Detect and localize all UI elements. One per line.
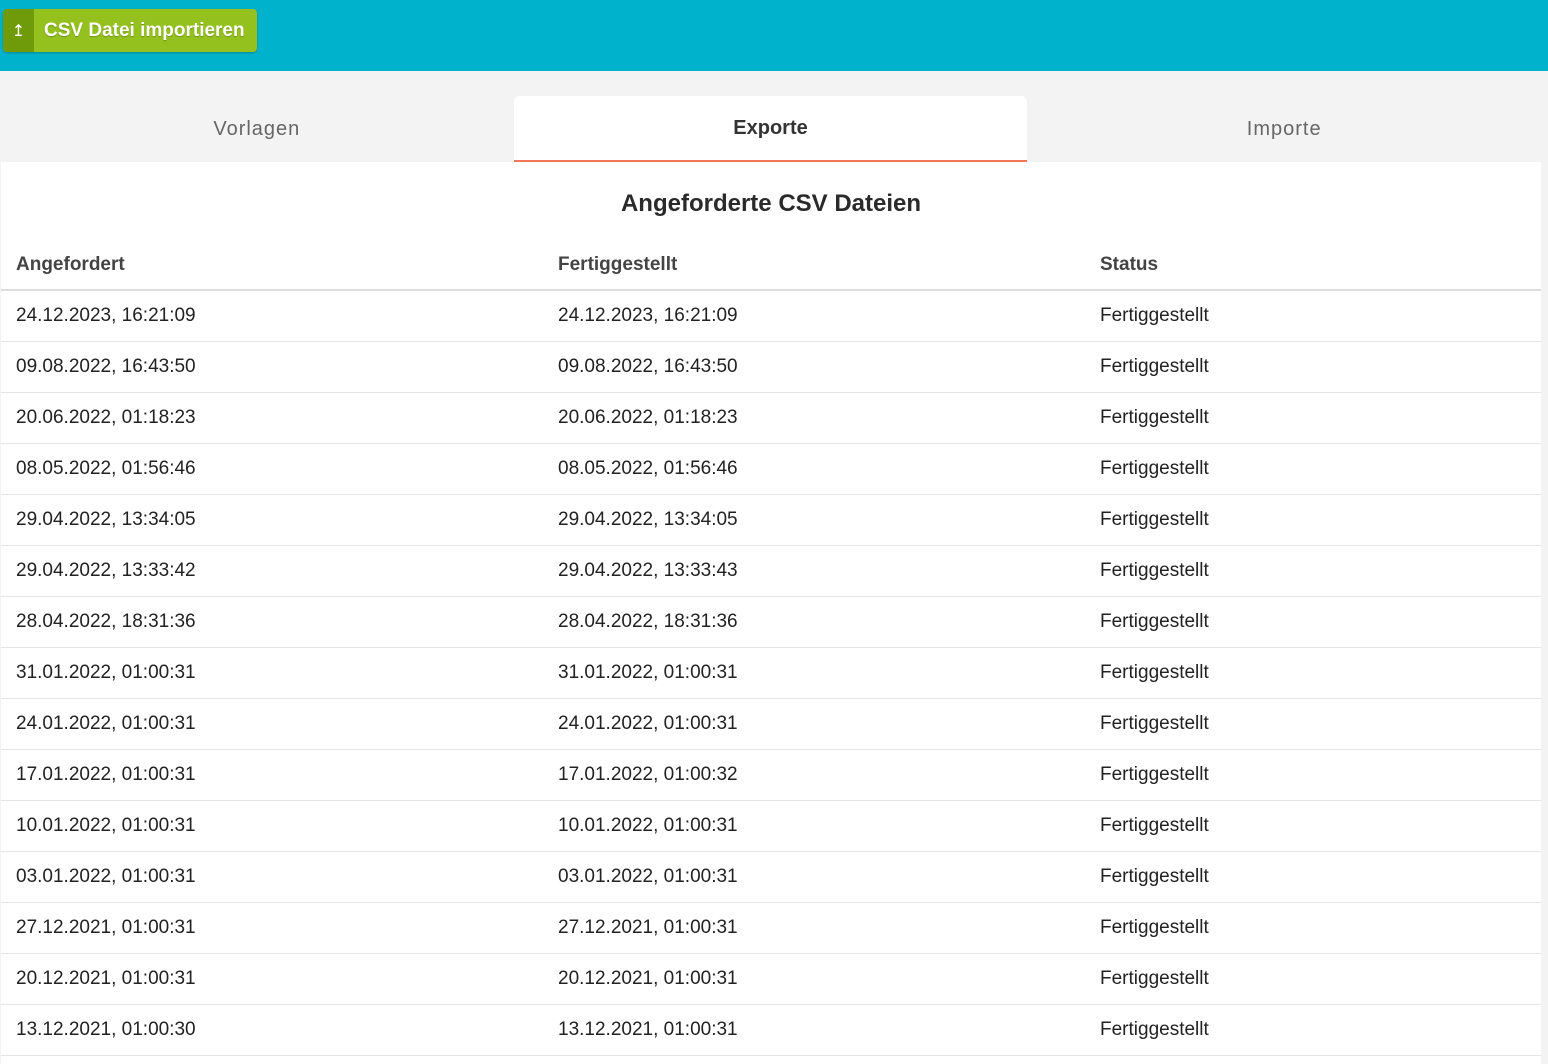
requested-cell: 24.01.2022, 01:00:31	[1, 698, 543, 750]
requested-cell: 27.12.2021, 01:00:31	[1, 902, 543, 954]
status-cell: Fertiggestellt	[1085, 749, 1541, 801]
panel-title: Angeforderte CSV Dateien	[620, 190, 922, 217]
table-row: 20.12.2021, 01:00:31 20.12.2021, 01:00:31…	[1, 953, 1541, 1005]
completed-cell: 20.12.2021, 01:00:31	[543, 953, 1085, 1005]
status-cell: Fertiggestellt	[1085, 1004, 1541, 1056]
tab-vorlagen[interactable]: Vorlagen	[0, 96, 514, 162]
table-row: 29.04.2022, 13:34:05 29.04.2022, 13:34:05…	[1, 494, 1541, 546]
completed-cell: 29.04.2022, 13:33:43	[543, 545, 1085, 597]
table-row: 29.04.2022, 13:33:42 29.04.2022, 13:33:43…	[1, 545, 1541, 597]
table-row: 13.12.2021, 01:00:30 13.12.2021, 01:00:31…	[1, 1004, 1541, 1056]
requested-cell: 20.06.2022, 01:18:23	[1, 392, 543, 444]
requested-cell: 08.05.2022, 01:56:46	[1, 443, 543, 495]
status-cell: Fertiggestellt	[1085, 596, 1541, 648]
import-csv-button-label: CSV Datei importieren	[44, 19, 245, 41]
table-row: 24.01.2022, 01:00:31 24.01.2022, 01:00:31…	[1, 698, 1541, 750]
tab-importe[interactable]: Importe	[1027, 96, 1541, 162]
table-row: 08.05.2022, 01:56:46 08.05.2022, 01:56:46…	[1, 443, 1541, 495]
completed-cell: 17.01.2022, 01:00:32	[543, 749, 1085, 801]
requested-cell: 31.01.2022, 01:00:31	[1, 647, 543, 699]
table-row: 28.04.2022, 18:31:36 28.04.2022, 18:31:36…	[1, 596, 1541, 648]
requested-cell: 03.01.2022, 01:00:31	[1, 851, 543, 903]
status-cell: Fertiggestellt	[1085, 341, 1541, 393]
status-cell: Fertiggestellt	[1085, 647, 1541, 699]
top-bar: ↥ CSV Datei importieren	[0, 0, 1548, 71]
requested-cell: 29.04.2022, 13:33:42	[1, 545, 543, 597]
tab-exporte[interactable]: Exporte	[513, 96, 1028, 178]
completed-cell: 27.12.2021, 01:00:31	[543, 902, 1085, 954]
completed-cell: 10.01.2022, 01:00:31	[543, 800, 1085, 852]
status-cell: Fertiggestellt	[1085, 392, 1541, 444]
table-row: 10.01.2022, 01:00:31 10.01.2022, 01:00:31…	[1, 800, 1541, 852]
table-row: 27.12.2021, 01:00:31 27.12.2021, 01:00:31…	[1, 902, 1541, 954]
upload-icon: ↥	[3, 9, 34, 52]
table-body: 24.12.2023, 16:21:09 24.12.2023, 16:21:09…	[1, 290, 1541, 1056]
column-header-status: Status	[1085, 240, 1541, 291]
table-header-row: Angefordert Fertiggestellt Status	[1, 240, 1541, 291]
requested-cell: 29.04.2022, 13:34:05	[1, 494, 543, 546]
status-cell: Fertiggestellt	[1085, 851, 1541, 903]
column-header-fertiggestellt: Fertiggestellt	[543, 240, 1085, 291]
status-cell: Fertiggestellt	[1085, 953, 1541, 1005]
status-cell: Fertiggestellt	[1085, 443, 1541, 495]
table-row: 09.08.2022, 16:43:50 09.08.2022, 16:43:50…	[1, 341, 1541, 393]
import-csv-button[interactable]: ↥ CSV Datei importieren	[3, 9, 257, 52]
status-cell: Fertiggestellt	[1085, 494, 1541, 546]
requested-cell: 13.12.2021, 01:00:30	[1, 1004, 543, 1056]
completed-cell: 20.06.2022, 01:18:23	[543, 392, 1085, 444]
completed-cell: 08.05.2022, 01:56:46	[543, 443, 1085, 495]
status-cell: Fertiggestellt	[1085, 800, 1541, 852]
table-row: 24.12.2023, 16:21:09 24.12.2023, 16:21:09…	[1, 290, 1541, 342]
table-row: 20.06.2022, 01:18:23 20.06.2022, 01:18:23…	[1, 392, 1541, 444]
completed-cell: 24.12.2023, 16:21:09	[543, 290, 1085, 342]
status-cell: Fertiggestellt	[1085, 290, 1541, 342]
requested-cell: 17.01.2022, 01:00:31	[1, 749, 543, 801]
table-row: 03.01.2022, 01:00:31 03.01.2022, 01:00:31…	[1, 851, 1541, 903]
status-cell: Fertiggestellt	[1085, 545, 1541, 597]
completed-cell: 29.04.2022, 13:34:05	[543, 494, 1085, 546]
completed-cell: 03.01.2022, 01:00:31	[543, 851, 1085, 903]
column-header-angefordert: Angefordert	[1, 240, 543, 291]
tab-exporte-label: Exporte	[733, 116, 808, 139]
requested-cell: 28.04.2022, 18:31:36	[1, 596, 543, 648]
completed-cell: 24.01.2022, 01:00:31	[543, 698, 1085, 750]
completed-cell: 28.04.2022, 18:31:36	[543, 596, 1085, 648]
requested-cell: 24.12.2023, 16:21:09	[1, 290, 543, 342]
exports-table: Angefordert Fertiggestellt Status 24.12.…	[1, 240, 1541, 1056]
table-row: 17.01.2022, 01:00:31 17.01.2022, 01:00:32…	[1, 749, 1541, 801]
completed-cell: 31.01.2022, 01:00:31	[543, 647, 1085, 699]
status-cell: Fertiggestellt	[1085, 698, 1541, 750]
requested-cell: 10.01.2022, 01:00:31	[1, 800, 543, 852]
tab-vorlagen-label: Vorlagen	[213, 117, 301, 140]
requested-cell: 20.12.2021, 01:00:31	[1, 953, 543, 1005]
exports-panel: Angeforderte CSV Dateien Angefordert Fer…	[1, 162, 1541, 1064]
completed-cell: 13.12.2021, 01:00:31	[543, 1004, 1085, 1056]
table-row: 31.01.2022, 01:00:31 31.01.2022, 01:00:31…	[1, 647, 1541, 699]
completed-cell: 09.08.2022, 16:43:50	[543, 341, 1085, 393]
requested-cell: 09.08.2022, 16:43:50	[1, 341, 543, 393]
tab-importe-label: Importe	[1246, 117, 1322, 140]
tab-bar: Vorlagen Exporte Importe	[0, 96, 1541, 178]
status-cell: Fertiggestellt	[1085, 902, 1541, 954]
